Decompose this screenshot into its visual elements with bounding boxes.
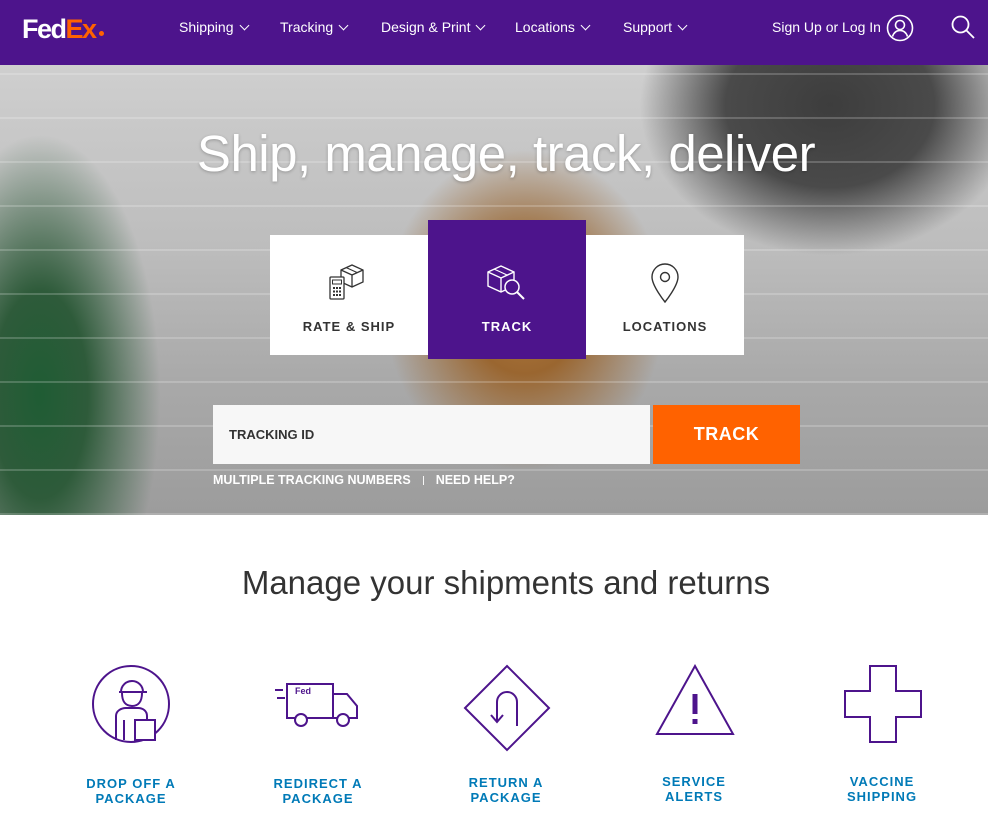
nav-support[interactable]: Support [623, 18, 688, 36]
search-icon[interactable] [950, 14, 976, 40]
chevron-down-icon [338, 20, 349, 30]
nav-design-print[interactable]: Design & Print [381, 18, 486, 36]
rate-ship-icon [329, 264, 364, 300]
nav-locations[interactable]: Locations [515, 18, 591, 36]
tab-track-label: TRACK [481, 319, 533, 334]
hero-title: Ship, manage, track, deliver [196, 125, 816, 182]
nav-shipping-label: Shipping [179, 19, 234, 35]
tab-locations-label: LOCATIONS [622, 319, 708, 334]
logo-dot [98, 31, 104, 36]
chevron-down-icon [580, 20, 591, 30]
chevron-down-icon [677, 20, 688, 30]
sign-in-link[interactable]: Sign Up or Log In [772, 18, 881, 36]
nav-shipping[interactable]: Shipping [179, 18, 249, 36]
tab-locations[interactable]: LOCATIONS [586, 235, 744, 355]
nav-support-label: Support [623, 19, 673, 35]
track-package-icon [487, 265, 525, 300]
location-pin-icon [651, 263, 679, 304]
vaccine-shipping-label: VACCINE SHIPPING [846, 774, 918, 804]
service-alerts-label: SERVICE ALERTS [662, 774, 726, 804]
svg-text:Fed: Fed [295, 686, 311, 696]
return-package-label: RETURN A PACKAGE [468, 775, 544, 805]
tracking-helper-links: MULTIPLE TRACKING NUMBERS NEED HELP? [213, 473, 515, 487]
link-divider [422, 475, 424, 485]
nav-tracking-label: Tracking [280, 19, 334, 35]
redirect-package-label: REDIRECT A PACKAGE [273, 776, 363, 806]
drop-off-package-label: DROP OFF A PACKAGE [86, 776, 176, 806]
tab-rate-ship-label: RATE & SHIP [302, 319, 396, 334]
multiple-tracking-numbers-link[interactable]: MULTIPLE TRACKING NUMBERS [213, 473, 411, 487]
logo-ex-text: Ex [65, 14, 98, 44]
tracking-id-input[interactable] [213, 405, 650, 464]
tab-track[interactable]: TRACK [428, 220, 586, 359]
user-account-icon[interactable] [886, 14, 914, 42]
logo-fed-text: Fed [22, 14, 67, 44]
tab-rate-ship[interactable]: RATE & SHIP [270, 235, 428, 355]
warning-triangle-icon [655, 664, 735, 735]
hero-banner: Ship, manage, track, deliver RATE & SHIP… [0, 65, 988, 515]
nav-tracking[interactable]: Tracking [280, 18, 349, 36]
manage-section-title: Manage your shipments and returns [241, 564, 771, 601]
top-navigation-bar: FedEx Shipping Tracking Design & Print L… [0, 0, 988, 65]
courier-icon [92, 665, 170, 743]
nav-design-print-label: Design & Print [381, 19, 471, 35]
chevron-down-icon [239, 20, 249, 30]
track-button[interactable]: TRACK [653, 405, 800, 464]
u-turn-sign-icon [463, 664, 551, 752]
delivery-truck-icon: Fed [275, 683, 358, 727]
medical-cross-icon [844, 665, 922, 743]
chevron-down-icon [476, 20, 486, 30]
fedex-logo[interactable]: FedEx [22, 14, 104, 44]
need-help-link[interactable]: NEED HELP? [436, 473, 515, 487]
nav-locations-label: Locations [515, 19, 575, 35]
